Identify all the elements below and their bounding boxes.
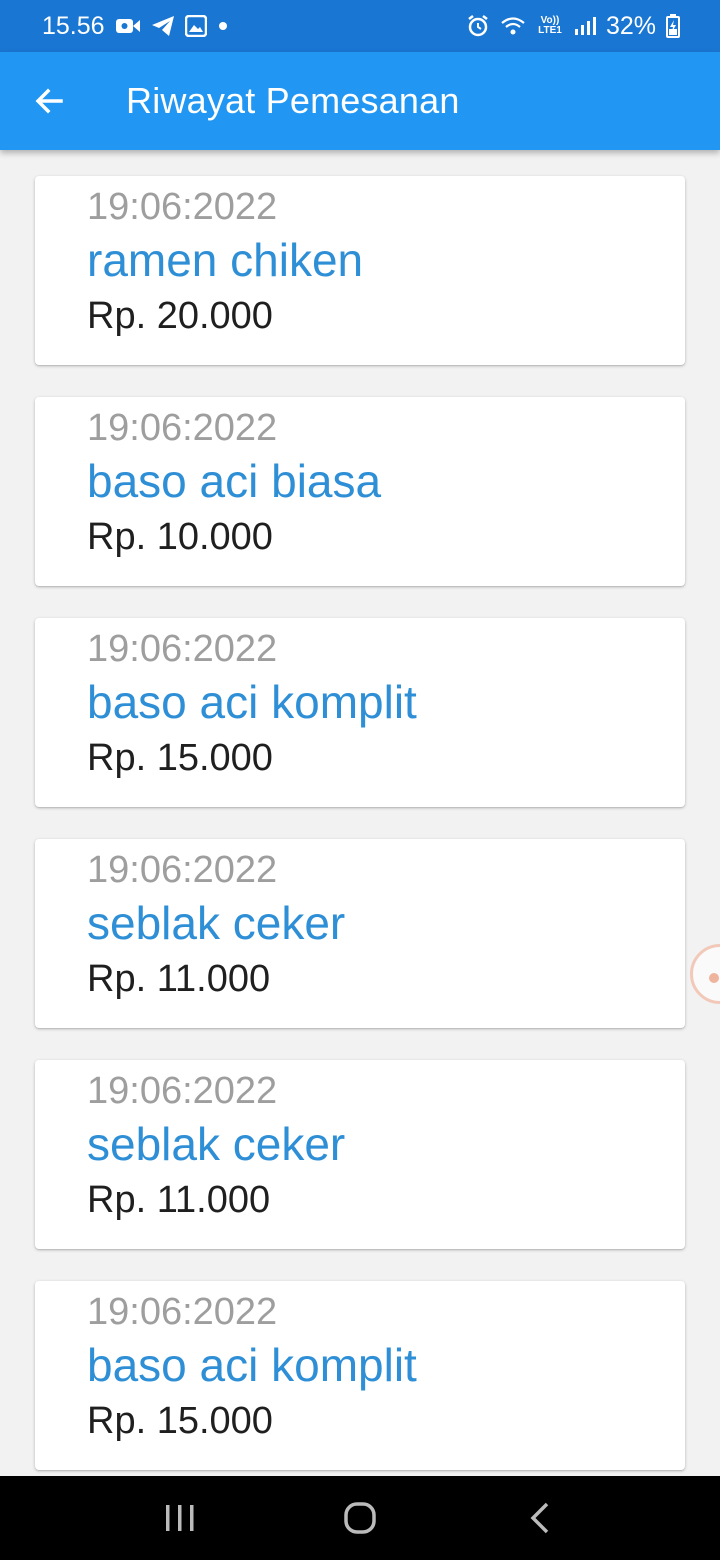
order-date: 19:06:2022 bbox=[87, 1291, 278, 1333]
volte-label: Vo)) LTE1 bbox=[538, 15, 562, 36]
dot-icon bbox=[217, 20, 229, 32]
status-left: 15.56 bbox=[42, 12, 229, 41]
back-icon bbox=[530, 1502, 549, 1534]
order-item-name: seblak ceker bbox=[87, 1118, 346, 1170]
order-item-name: seblak ceker bbox=[87, 897, 346, 949]
order-card[interactable]: 19:06:2022 baso aci komplit Rp. 15.000 bbox=[35, 1281, 685, 1470]
arrow-back-icon bbox=[35, 88, 63, 114]
system-back-button[interactable] bbox=[500, 1478, 580, 1558]
video-icon bbox=[115, 17, 141, 35]
order-price: Rp. 15.000 bbox=[87, 737, 273, 779]
home-icon bbox=[344, 1502, 376, 1534]
battery-percent: 32% bbox=[605, 11, 656, 40]
order-price: Rp. 11.000 bbox=[87, 958, 271, 1000]
order-price: Rp. 11.000 bbox=[87, 1179, 271, 1221]
order-card[interactable]: 19:06:2022 seblak ceker Rp. 11.000 bbox=[35, 1060, 685, 1249]
order-date: 19:06:2022 bbox=[87, 186, 278, 228]
order-date: 19:06:2022 bbox=[87, 407, 278, 449]
order-item-name: ramen chiken bbox=[87, 234, 364, 286]
volte-icon: Vo)) LTE1 bbox=[536, 16, 564, 36]
order-price: Rp. 20.000 bbox=[87, 295, 273, 337]
alarm-icon bbox=[466, 14, 490, 38]
system-nav-bar bbox=[0, 1476, 720, 1560]
gallery-icon bbox=[184, 15, 207, 37]
app-bar: Riwayat Pemesanan bbox=[0, 52, 720, 150]
home-button[interactable] bbox=[320, 1478, 400, 1558]
order-date: 19:06:2022 bbox=[87, 849, 278, 891]
order-history-list[interactable]: 19:06:2022 ramen chiken Rp. 20.000 19:06… bbox=[0, 150, 720, 1476]
status-time: 15.56 bbox=[42, 11, 105, 40]
back-button[interactable] bbox=[0, 52, 98, 150]
signal-icon bbox=[574, 16, 596, 36]
order-card[interactable]: 19:06:2022 ramen chiken Rp. 20.000 bbox=[35, 176, 685, 365]
order-card[interactable]: 19:06:2022 baso aci biasa Rp. 10.000 bbox=[35, 397, 685, 586]
order-card[interactable]: 19:06:2022 seblak ceker Rp. 11.000 bbox=[35, 839, 685, 1028]
wifi-icon bbox=[500, 16, 526, 36]
handle-dot-icon bbox=[709, 973, 719, 983]
order-card[interactable]: 19:06:2022 baso aci komplit Rp. 15.000 bbox=[35, 618, 685, 807]
order-price: Rp. 10.000 bbox=[87, 516, 273, 558]
order-price: Rp. 15.000 bbox=[87, 1400, 273, 1442]
order-item-name: baso aci komplit bbox=[87, 676, 417, 728]
recent-apps-button[interactable] bbox=[140, 1478, 220, 1558]
telegram-icon bbox=[151, 15, 175, 37]
order-date: 19:06:2022 bbox=[87, 628, 278, 670]
recent-apps-icon bbox=[166, 1505, 194, 1531]
battery-icon bbox=[666, 14, 680, 38]
order-item-name: baso aci komplit bbox=[87, 1339, 417, 1391]
order-date: 19:06:2022 bbox=[87, 1070, 278, 1112]
status-bar: 15.56 Vo)) LTE1 32% bbox=[0, 0, 720, 52]
page-title: Riwayat Pemesanan bbox=[126, 80, 460, 121]
order-item-name: baso aci biasa bbox=[87, 455, 382, 507]
status-right: Vo)) LTE1 32% bbox=[466, 12, 680, 41]
